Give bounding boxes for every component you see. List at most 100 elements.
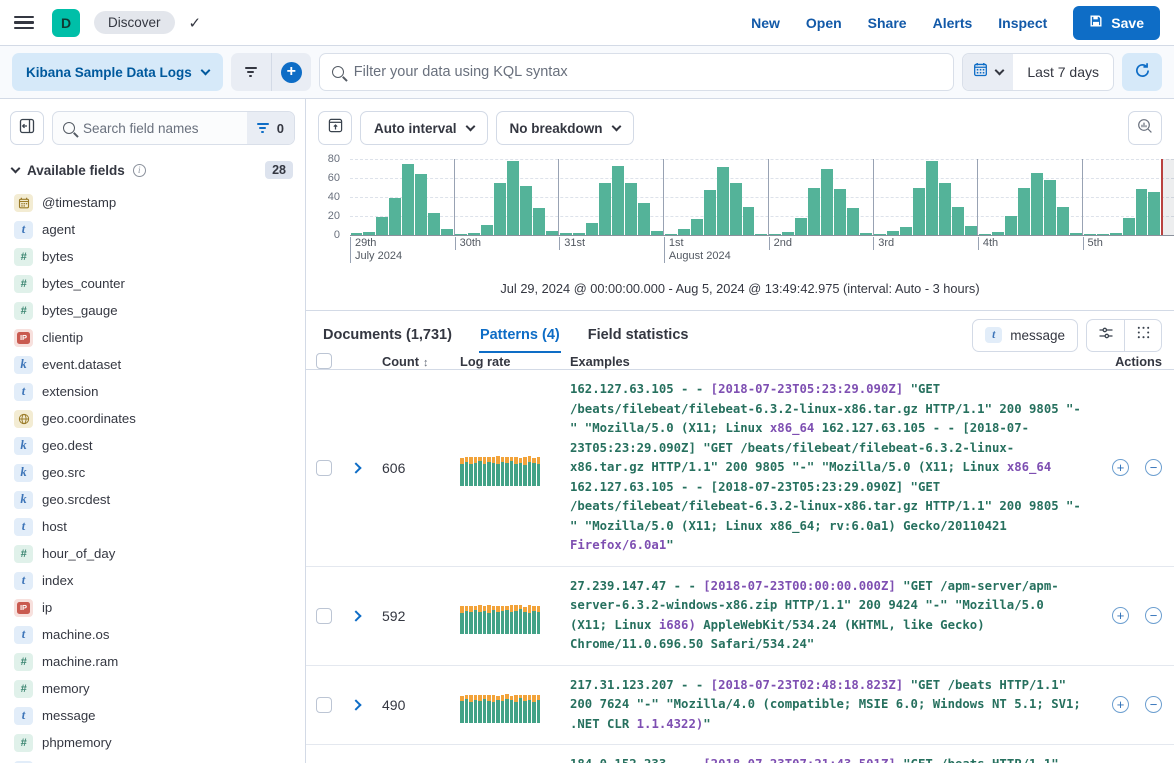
histogram-day-group (1082, 159, 1161, 235)
field-list-item[interactable]: # bytes (10, 243, 295, 270)
kql-search-input[interactable] (354, 64, 942, 80)
field-list-item[interactable]: t agent (10, 216, 295, 243)
nav-inspect[interactable]: Inspect (998, 15, 1047, 31)
nav-new[interactable]: New (751, 15, 780, 31)
filter-out-icon[interactable]: − (1145, 696, 1162, 713)
field-list-item[interactable]: # bytes_counter (10, 270, 295, 297)
field-list-item[interactable]: @timestamp (10, 189, 295, 216)
field-list-item[interactable]: # phpmemory (10, 729, 295, 756)
nav-open[interactable]: Open (806, 15, 842, 31)
field-list-item[interactable]: t index (10, 567, 295, 594)
field-list-item[interactable]: # memory (10, 675, 295, 702)
row-checkbox[interactable] (316, 460, 332, 476)
field-list-item[interactable]: k geo.srcdest (10, 486, 295, 513)
expand-row-icon[interactable] (350, 462, 361, 473)
add-filter-button[interactable] (231, 53, 271, 91)
x-axis-tick-label: 5th (1083, 237, 1103, 250)
nav-share[interactable]: Share (868, 15, 907, 31)
chevron-down-icon (200, 66, 210, 76)
table-view-controls (1086, 319, 1162, 352)
breadcrumb[interactable]: Discover (94, 11, 175, 34)
text-token-icon: t (14, 572, 33, 590)
field-list-item[interactable]: k event.dataset (10, 351, 295, 378)
filter-icon (245, 67, 257, 77)
pattern-field-selector[interactable]: t message (972, 319, 1078, 352)
filter-for-icon[interactable]: + (1112, 459, 1129, 476)
collapse-sidebar-button[interactable] (10, 111, 44, 145)
pattern-row: 43 184.0.152.233 - - [2018-07-23T07:21:4… (306, 745, 1174, 763)
refresh-button[interactable] (1122, 53, 1162, 91)
field-filter-button[interactable]: 0 (247, 112, 294, 144)
field-list-item[interactable]: t host (10, 513, 295, 540)
field-list-item[interactable]: geo.coordinates (10, 405, 295, 432)
filter-icon (257, 123, 269, 133)
histogram-chart[interactable]: 806040200 29thJuly 202430th31st1stAugust… (306, 153, 1174, 269)
breakdown-label: No breakdown (510, 121, 603, 136)
field-search-box: 0 (52, 111, 295, 145)
available-fields-header[interactable]: Available fields i 28 (10, 159, 295, 189)
text-token-icon: t (14, 518, 33, 536)
row-checkbox[interactable] (316, 697, 332, 713)
chart-zoom-button[interactable] (1128, 111, 1162, 145)
filter-out-icon[interactable]: − (1145, 607, 1162, 624)
chart-toolbar: Auto interval No breakdown (306, 99, 1174, 145)
breakdown-dropdown[interactable]: No breakdown (496, 111, 634, 145)
row-checkbox[interactable] (316, 608, 332, 624)
globe-icon (14, 410, 33, 428)
menu-hamburger-icon[interactable] (14, 16, 34, 30)
field-name: event.dataset (42, 357, 121, 372)
field-list-item[interactable]: IP clientip (10, 324, 295, 351)
panel-arrow-up-icon (328, 118, 343, 138)
pattern-example: 162.127.63.105 - - [2018-07-23T05:23:29.… (570, 380, 1096, 556)
interval-dropdown[interactable]: Auto interval (360, 111, 488, 145)
project-logo[interactable]: D (52, 9, 80, 37)
pattern-count: 606 (382, 460, 460, 476)
x-axis-labels: 29thJuly 202430th31st1stAugust 20242nd3r… (350, 237, 1161, 267)
field-list-item[interactable]: IP ip (10, 594, 295, 621)
field-list-item[interactable]: k geo.src (10, 459, 295, 486)
check-icon[interactable]: ✓ (189, 14, 202, 32)
field-list-item[interactable]: k geo.dest (10, 432, 295, 459)
field-list-item[interactable]: # bytes_gauge (10, 297, 295, 324)
filter-out-icon[interactable]: − (1145, 459, 1162, 476)
keyword-token-icon: k (14, 491, 33, 509)
expand-row-icon[interactable] (350, 699, 361, 710)
save-button[interactable]: Save (1073, 6, 1160, 40)
field-list-item[interactable]: # hour_of_day (10, 540, 295, 567)
filter-for-icon[interactable]: + (1112, 696, 1129, 713)
fullscreen-button[interactable] (1124, 320, 1161, 351)
filter-for-icon[interactable]: + (1112, 607, 1129, 624)
select-all-checkbox[interactable] (316, 353, 332, 369)
field-name: machine.ram (42, 654, 118, 669)
field-list-item[interactable]: k referer (10, 756, 295, 763)
text-token-icon: t (14, 383, 33, 401)
number-token-icon: # (14, 248, 33, 266)
field-list-item[interactable]: # machine.ram (10, 648, 295, 675)
field-name: phpmemory (42, 735, 112, 750)
field-name: bytes_counter (42, 276, 125, 291)
field-name: index (42, 573, 74, 588)
kql-search-box[interactable] (319, 53, 955, 91)
query-toolbar: Kibana Sample Data Logs + Last 7 days (0, 46, 1174, 99)
tab-field-statistics[interactable]: Field statistics (587, 317, 690, 353)
field-name: agent (42, 222, 75, 237)
expand-row-icon[interactable] (350, 610, 361, 621)
field-search-input[interactable] (83, 121, 237, 136)
field-list-item[interactable]: t extension (10, 378, 295, 405)
display-options-button[interactable] (1087, 320, 1124, 351)
chevron-down-icon (611, 122, 621, 132)
histogram-day-group (977, 159, 1082, 235)
add-control-button[interactable]: + (271, 53, 311, 91)
calendar-icon (14, 194, 33, 212)
column-count[interactable]: Count↕ (382, 354, 460, 369)
move-chart-button[interactable] (318, 111, 352, 145)
time-range-button[interactable]: Last 7 days (1013, 54, 1113, 90)
histogram-day-group (350, 159, 454, 235)
quick-select-date-button[interactable] (963, 54, 1013, 90)
data-view-selector[interactable]: Kibana Sample Data Logs (12, 53, 223, 91)
field-list-item[interactable]: t machine.os (10, 621, 295, 648)
field-list-item[interactable]: t message (10, 702, 295, 729)
nav-alerts[interactable]: Alerts (933, 15, 973, 31)
tab-documents[interactable]: Documents (1,731) (322, 317, 453, 353)
tab-patterns[interactable]: Patterns (4) (479, 317, 561, 353)
